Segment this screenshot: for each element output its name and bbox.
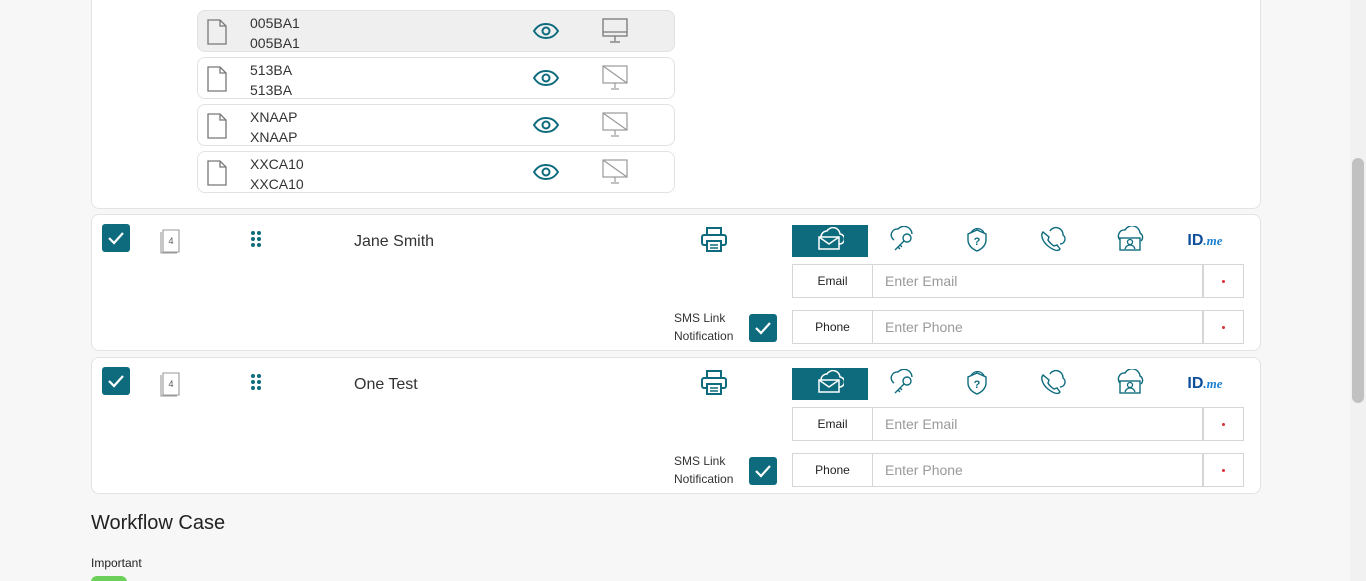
email-auth-icon: [816, 226, 846, 256]
eye-icon[interactable]: [532, 22, 560, 44]
email-label: Email: [792, 264, 873, 298]
auth-phone-option[interactable]: [1027, 225, 1077, 257]
monitor-off-icon[interactable]: [602, 159, 628, 190]
sms-link-label: SMS Link: [674, 454, 726, 468]
auth-kba-option[interactable]: [877, 368, 927, 400]
file-icon: [206, 66, 228, 97]
cloud-key-icon: [888, 225, 916, 257]
document-name-secondary: 005BA1: [250, 35, 300, 51]
signer-checkbox[interactable]: [102, 224, 130, 252]
cloud-key-icon: [888, 368, 916, 400]
shield-question-icon: ?: [963, 369, 991, 400]
file-icon: [206, 113, 228, 144]
workflow-case-title: Workflow Case: [91, 512, 226, 534]
document-row[interactable]: XXCA10 XXCA10: [197, 151, 675, 193]
eye-icon[interactable]: [532, 116, 560, 138]
email-input[interactable]: [873, 407, 1203, 441]
phone-label: Phone: [792, 310, 873, 344]
document-row[interactable]: 513BA 513BA: [197, 57, 675, 99]
cloud-id-icon: [1116, 367, 1144, 400]
required-indicator: [1203, 453, 1244, 487]
idme-logo: ID.me: [1187, 232, 1223, 249]
cloud-phone-icon: [1038, 226, 1066, 257]
sms-notification-label: Notification: [674, 472, 734, 486]
svg-text:?: ?: [974, 379, 981, 391]
document-name: XNAAP: [250, 109, 298, 125]
auth-email-option[interactable]: [792, 368, 868, 400]
important-toggle[interactable]: [91, 576, 127, 581]
document-name-secondary: 513BA: [250, 82, 293, 98]
auth-phone-option[interactable]: [1027, 368, 1077, 400]
page-count: 4: [168, 236, 173, 246]
signer-card: 4 One Test ? ID.me Email SMS Link Notific…: [91, 357, 1261, 494]
auth-question-option[interactable]: ?: [952, 225, 1002, 257]
drag-handle-icon[interactable]: [249, 373, 263, 396]
auth-idme-option[interactable]: ID.me: [1177, 225, 1233, 257]
sms-notification-checkbox[interactable]: [749, 457, 777, 485]
monitor-off-icon[interactable]: [602, 65, 628, 96]
sms-notification-label: Notification: [674, 329, 734, 343]
pages-icon: 4: [160, 227, 184, 260]
required-indicator: [1203, 407, 1244, 441]
email-label: Email: [792, 407, 873, 441]
document-row[interactable]: 005BA1 005BA1: [197, 10, 675, 52]
monitor-off-icon[interactable]: [602, 112, 628, 143]
auth-idme-option[interactable]: ID.me: [1177, 368, 1233, 400]
email-input[interactable]: [873, 264, 1203, 298]
document-name: XXCA10: [250, 156, 304, 172]
file-icon: [206, 19, 228, 50]
idme-logo: ID.me: [1187, 375, 1223, 392]
printer-icon[interactable]: [700, 370, 728, 401]
document-name-secondary: XNAAP: [250, 129, 298, 145]
scrollbar-thumb[interactable]: [1352, 158, 1364, 403]
document-row[interactable]: XNAAP XNAAP: [197, 104, 675, 146]
phone-input[interactable]: [873, 453, 1203, 487]
signer-card: 4 Jane Smith ? ID.me Email SMS Link Notif…: [91, 214, 1261, 351]
auth-email-option[interactable]: [792, 225, 868, 257]
auth-id-option[interactable]: [1102, 367, 1158, 400]
drag-handle-icon[interactable]: [249, 230, 263, 253]
signer-checkbox[interactable]: [102, 367, 130, 395]
auth-question-option[interactable]: ?: [952, 368, 1002, 400]
important-label: Important: [91, 556, 142, 570]
printer-icon[interactable]: [700, 227, 728, 258]
phone-input[interactable]: [873, 310, 1203, 344]
page-count: 4: [168, 379, 173, 389]
document-name: 513BA: [250, 62, 293, 78]
cloud-id-icon: [1116, 224, 1144, 257]
file-icon: [206, 160, 228, 191]
document-name: 005BA1: [250, 15, 300, 31]
monitor-icon[interactable]: [602, 18, 628, 49]
sms-notification-checkbox[interactable]: [749, 314, 777, 342]
pages-icon: 4: [160, 370, 184, 403]
required-indicator: [1203, 310, 1244, 344]
required-indicator: [1203, 264, 1244, 298]
eye-icon[interactable]: [532, 163, 560, 185]
sms-link-label: SMS Link: [674, 311, 726, 325]
shield-question-icon: ?: [963, 226, 991, 257]
signer-name: Jane Smith: [354, 233, 435, 250]
phone-label: Phone: [792, 453, 873, 487]
cloud-phone-icon: [1038, 369, 1066, 400]
email-auth-icon: [816, 369, 846, 399]
auth-kba-option[interactable]: [877, 225, 927, 257]
signer-name: One Test: [354, 376, 418, 393]
eye-icon[interactable]: [532, 69, 560, 91]
auth-id-option[interactable]: [1102, 224, 1158, 257]
svg-text:?: ?: [974, 236, 981, 248]
document-name-secondary: XXCA10: [250, 176, 304, 192]
